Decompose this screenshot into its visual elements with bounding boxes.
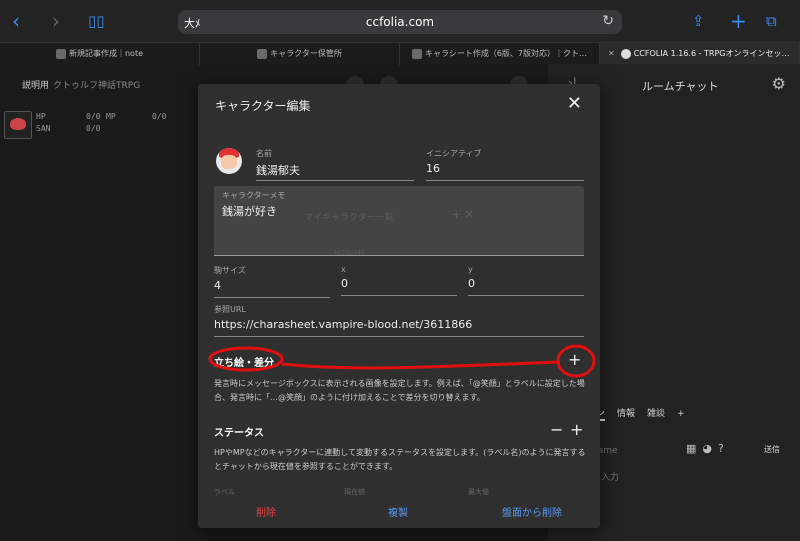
room-system: クトゥルフ神話TRPG xyxy=(53,81,141,91)
browser-toolbar: ‹ › ▯▯ 大ﾒ ccfolia.com ↻ ⇪ + ⧉ xyxy=(0,0,800,42)
star-favicon-icon xyxy=(411,48,422,59)
tab-chat[interactable]: 雑談 xyxy=(647,409,665,419)
url-text: ccfolia.com xyxy=(365,15,435,29)
y-field[interactable]: y 0 xyxy=(468,265,584,296)
forward-icon[interactable]: › xyxy=(52,10,60,32)
new-tab-icon[interactable]: + xyxy=(730,10,747,32)
send-button[interactable]: 送信 xyxy=(764,444,780,455)
bookmarks-icon[interactable]: ▯▯ xyxy=(88,10,105,32)
y-input[interactable]: 0 xyxy=(468,277,584,296)
close-tab-icon[interactable]: ✕ xyxy=(608,43,615,65)
tab-bar: 新規記事作成｜note キャラクター保管所 キャラシート作成（6版、7版対応）｜… xyxy=(0,42,800,65)
gear-icon[interactable]: ⚙ xyxy=(772,74,786,93)
dialog-header: キャラクター編集 ✕ xyxy=(198,84,600,128)
reference-url-field[interactable]: 参照URL https://charasheet.vampire-blood.n… xyxy=(214,304,584,337)
status-description: HPやMPなどのキャラクターに連動して変動するステータスを設定します。(ラベル名… xyxy=(214,448,586,471)
character-card[interactable]: HP 0/0 MP 0/0 SAN 0/0 xyxy=(4,111,169,139)
tab-charasheet-create[interactable]: キャラシート作成（6版、7版対応）｜クト… xyxy=(400,43,600,65)
initiative-input[interactable]: 16 xyxy=(426,162,584,181)
tab-label: CCFOLIA 1.16.6 - TRPGオンラインセッ… xyxy=(633,49,790,58)
url-input[interactable]: https://charasheet.vampire-blood.net/361… xyxy=(214,318,584,337)
col-current: 現在値 xyxy=(344,488,365,496)
hp-value: 0/0 xyxy=(86,112,101,121)
san-label: SAN xyxy=(36,124,51,133)
col-max: 最大値 xyxy=(468,488,489,496)
delete-button[interactable]: 削除 xyxy=(256,504,276,519)
tab-ccfolia[interactable]: ✕ CCFOLIA 1.16.6 - TRPGオンラインセッ… xyxy=(600,43,800,65)
y-label: y xyxy=(468,265,473,274)
ghost-text: NONAME xyxy=(334,249,366,257)
tabs-overview-icon[interactable]: ⧉ xyxy=(766,10,777,32)
reload-icon[interactable]: ↻ xyxy=(602,13,614,29)
note-favicon-icon xyxy=(55,48,66,59)
mp-label: MP xyxy=(106,112,116,121)
status-section-title: ステータス xyxy=(214,428,264,439)
share-icon[interactable]: ⇪ xyxy=(692,10,705,32)
tab-note[interactable]: 新規記事作成｜note xyxy=(0,43,200,65)
x-field[interactable]: x 0 xyxy=(341,265,457,296)
tab-label: 新規記事作成｜note xyxy=(68,49,144,58)
ghost-text: マイキャラクター一覧 xyxy=(304,213,394,223)
size-label: 駒サイズ xyxy=(214,266,246,275)
san-value: 0/0 xyxy=(86,124,101,133)
room-title: 説明用 クトゥルフ神話TRPG xyxy=(22,78,140,91)
room-name: 説明用 xyxy=(22,81,50,91)
character-avatar[interactable] xyxy=(216,148,242,174)
tab-info[interactable]: 情報 xyxy=(617,409,635,419)
memo-input[interactable]: 銭湯が好き xyxy=(222,203,277,219)
remove-status-button[interactable]: − xyxy=(550,422,563,438)
size-input[interactable]: 4 xyxy=(214,279,330,298)
name-input[interactable]: 銭湯郁夫 xyxy=(256,162,414,181)
back-icon[interactable]: ‹ xyxy=(12,10,20,32)
ccfolia-favicon-icon xyxy=(620,48,631,59)
avatar xyxy=(4,111,32,139)
initiative-field[interactable]: イニシアティブ 16 xyxy=(426,148,584,181)
mp-value: 0/0 xyxy=(152,112,167,121)
character-edit-dialog: キャラクター編集 ✕ 名前 銭湯郁夫 イニシアティブ 16 キャラクターメモ 銭… xyxy=(198,84,600,528)
hp-label: HP xyxy=(36,112,46,121)
name-label: 名前 xyxy=(256,149,272,158)
remove-from-board-button[interactable]: 盤面から削除 xyxy=(502,504,562,519)
add-status-button[interactable]: + xyxy=(570,422,583,438)
room-chat-title: ルームチャット xyxy=(642,80,719,93)
standing-description: 発言時にメッセージボックスに表示される画像を設定します。例えば、「@笑顔」とラベ… xyxy=(214,379,585,402)
film-favicon-icon xyxy=(257,48,268,59)
palette-icon[interactable]: ◕ xyxy=(702,442,712,455)
ghost-icons: + ✕ xyxy=(452,208,474,221)
col-label: ラベル xyxy=(214,488,235,496)
dialog-title: キャラクター編集 xyxy=(215,99,311,113)
help-icon[interactable]: ? xyxy=(718,442,724,455)
initiative-label: イニシアティブ xyxy=(426,149,482,158)
grid-icon[interactable]: ▦ xyxy=(686,442,696,455)
add-standing-button[interactable]: + xyxy=(568,352,581,368)
close-icon[interactable]: ✕ xyxy=(567,93,582,114)
memo-label: キャラクターメモ xyxy=(222,191,286,200)
address-bar[interactable]: 大ﾒ ccfolia.com ↻ xyxy=(178,10,622,34)
size-field[interactable]: 駒サイズ 4 xyxy=(214,265,330,298)
chat-tools: ▦ ◕? xyxy=(686,442,730,455)
name-field[interactable]: 名前 銭湯郁夫 xyxy=(256,148,414,181)
standing-section-title: 立ち絵・差分 xyxy=(214,358,274,369)
tab-label: キャラシート作成（6版、7版対応）｜クト… xyxy=(424,49,588,58)
duplicate-button[interactable]: 複製 xyxy=(388,504,408,519)
tab-charasheet-storage[interactable]: キャラクター保管所 xyxy=(200,43,400,65)
memo-field[interactable]: キャラクターメモ 銭湯が好き マイキャラクター一覧 + ✕ xyxy=(214,186,584,256)
x-input[interactable]: 0 xyxy=(341,277,457,296)
x-label: x xyxy=(341,265,346,274)
add-tab-button[interactable]: + xyxy=(677,409,685,419)
chat-name-input[interactable]: name xyxy=(592,440,686,462)
url-label: 参照URL xyxy=(214,305,246,314)
tab-label: キャラクター保管所 xyxy=(270,49,342,58)
